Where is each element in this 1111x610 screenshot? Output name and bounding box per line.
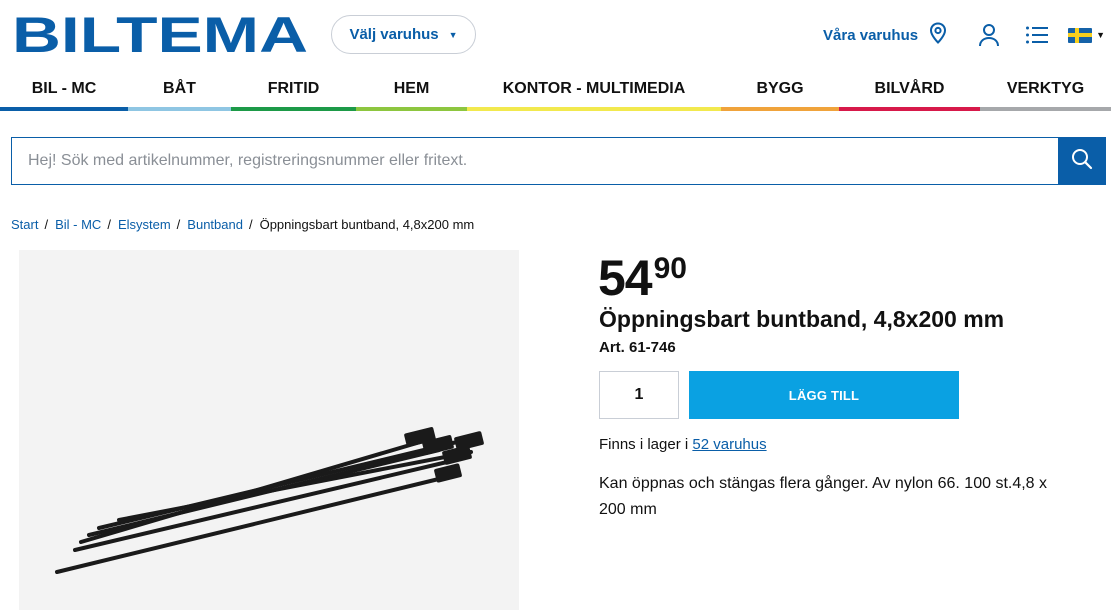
price-integer: 54 (598, 250, 653, 306)
stock-stores-link[interactable]: 52 varuhus (692, 436, 766, 453)
category-color-bar (467, 107, 721, 111)
category-color-bar (721, 107, 839, 111)
breadcrumb-current: Öppningsbart buntband, 4,8x200 mm (259, 217, 475, 232)
select-store-button[interactable]: Välj varuhus ▼ (331, 15, 476, 54)
stock-prefix: Finns i lager i (599, 436, 693, 453)
category-label: FRITID (267, 80, 320, 97)
category-color-bar (0, 107, 128, 111)
product-title: Öppningsbart buntband, 4,8x200 mm (599, 306, 1005, 332)
breadcrumb-link-bil-mc[interactable]: Bil - MC (55, 217, 101, 232)
category-hem[interactable]: HEM (356, 74, 467, 111)
product-price: 54 90 (598, 252, 687, 304)
location-pin-icon (928, 22, 948, 48)
breadcrumb-separator: / (176, 217, 181, 232)
breadcrumb-separator: / (107, 217, 111, 232)
breadcrumb-link-elsystem[interactable]: Elsystem (118, 217, 171, 232)
category-label: VERKTYG (1006, 80, 1085, 97)
caret-down-icon: ▼ (1096, 30, 1105, 40)
breadcrumb: Start / Bil - MC / Elsystem / Buntband /… (11, 217, 474, 232)
category-fritid[interactable]: FRITID (231, 74, 356, 111)
cable-ties-illustration (55, 427, 484, 574)
category-label: BÅT (163, 80, 196, 97)
breadcrumb-link-start[interactable]: Start (11, 217, 38, 232)
category-color-bar (128, 107, 231, 111)
our-stores-label: Våra varuhus (823, 26, 919, 44)
add-to-cart-button[interactable]: LÄGG TILL (689, 371, 959, 419)
category-label: HEM (393, 80, 430, 97)
category-color-bar (231, 107, 356, 111)
category-bil-mc[interactable]: BIL - MC (0, 74, 128, 111)
product-description: Kan öppnas och stängas flera gånger. Av … (599, 475, 1048, 518)
category-kontor-multimedia[interactable]: KONTOR - MULTIMEDIA (467, 74, 721, 111)
article-number: Art. 61-746 (599, 339, 676, 356)
stock-status: Finns i lager i 52 varuhus (599, 436, 767, 453)
search-button[interactable] (1058, 138, 1105, 184)
category-color-bar (356, 107, 467, 111)
category-color-bar (839, 107, 980, 111)
category-bilvard[interactable]: BILVÅRD (839, 74, 980, 111)
category-label: BIL - MC (31, 80, 97, 97)
list-icon[interactable] (1020, 18, 1054, 52)
search-bar (11, 137, 1106, 185)
breadcrumb-separator: / (44, 217, 49, 232)
price-decimals: 90 (653, 252, 687, 285)
user-icon[interactable] (972, 18, 1006, 52)
language-selector[interactable]: ▼ (1068, 27, 1105, 43)
svg-text:BILTEMA: BILTEMA (12, 14, 308, 56)
quantity-input[interactable] (599, 371, 679, 419)
breadcrumb-link-buntband[interactable]: Buntband (187, 217, 243, 232)
product-image[interactable] (19, 250, 519, 610)
search-input[interactable] (12, 138, 1058, 184)
our-stores-link[interactable]: Våra varuhus (823, 22, 948, 48)
category-bat[interactable]: BÅT (128, 74, 231, 111)
category-label: BYGG (756, 80, 804, 97)
category-label: KONTOR - MULTIMEDIA (502, 80, 686, 97)
caret-down-icon: ▼ (448, 29, 458, 40)
category-verktyg[interactable]: VERKTYG (980, 74, 1111, 111)
select-store-label: Välj varuhus (349, 26, 439, 43)
category-nav: BIL - MC BÅT FRITID HEM KONTOR - MULTIME… (0, 74, 1111, 111)
category-bygg[interactable]: BYGG (721, 74, 839, 111)
category-label: BILVÅRD (874, 80, 945, 97)
search-icon (1070, 147, 1094, 176)
breadcrumb-separator: / (248, 217, 253, 232)
category-color-bar (980, 107, 1111, 111)
biltema-logo[interactable]: BILTEMA (12, 7, 310, 63)
sweden-flag-icon (1068, 27, 1093, 43)
